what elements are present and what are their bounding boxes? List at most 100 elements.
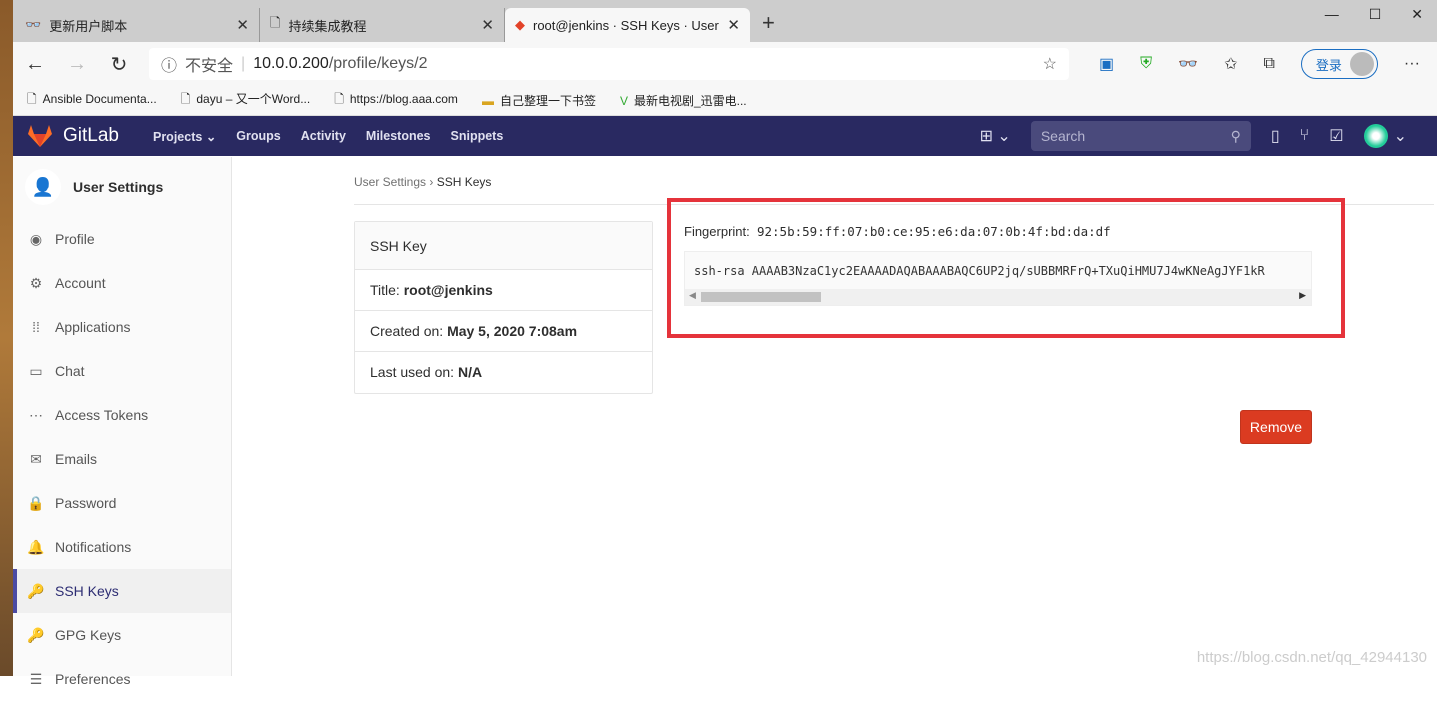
page-icon: 🗋	[180, 92, 191, 106]
site-icon: V	[619, 94, 628, 108]
breadcrumb-parent[interactable]: User Settings	[354, 175, 426, 189]
close-icon[interactable]: ✕	[481, 16, 494, 34]
sidebar-item-applications[interactable]: ⁞⁞ Applications	[13, 305, 231, 349]
sidebar-title: User Settings	[73, 179, 164, 195]
sidebar-item-access-tokens[interactable]: ⋯ Access Tokens	[13, 393, 231, 437]
user-icon: 👤	[25, 169, 61, 205]
favorites-icon[interactable]: ✩	[1224, 54, 1237, 74]
browser-tab[interactable]: 👓 更新用户脚本 ✕	[15, 8, 260, 42]
reload-icon[interactable]: ↻	[107, 52, 131, 77]
gitlab-logo[interactable]: GitLab	[27, 124, 119, 148]
bookmark[interactable]: 🗋 Ansible Documenta...	[27, 90, 157, 111]
collections-icon[interactable]: ⧉	[1263, 55, 1274, 73]
browser-tab[interactable]: 🗋 持续集成教程 ✕	[260, 8, 505, 42]
sidebar-item-notifications[interactable]: 🔔 Notifications	[13, 525, 231, 569]
nav-projects[interactable]: Projects ⌄	[153, 129, 216, 144]
sidebar-item-emails[interactable]: ✉ Emails	[13, 437, 231, 481]
chevron-right-icon: ›	[429, 175, 434, 189]
email-icon: ✉	[30, 450, 42, 467]
new-plus-icon[interactable]: ⊞ ⌄	[980, 126, 1011, 146]
desktop-background	[0, 0, 13, 676]
favorite-star-icon[interactable]: ☆	[1043, 54, 1057, 74]
shield-extension-icon[interactable]: ⛨	[1140, 55, 1152, 73]
avatar	[1363, 124, 1388, 148]
bookmark[interactable]: 🗋 https://blog.aaa.com	[334, 90, 458, 111]
gitlab-icon: ◆	[515, 17, 525, 32]
bookmark[interactable]: V 最新电视剧_迅雷电...	[620, 92, 747, 109]
card-title: SSH Key	[355, 222, 652, 270]
key-last-used-row: Last used on: N/A	[370, 364, 483, 380]
sidebar-item-preferences[interactable]: ☰ Preferences	[13, 657, 231, 701]
browser-window: 👓 更新用户脚本 ✕ 🗋 持续集成教程 ✕ ◆ root@jenkins · SSH Ke…	[13, 0, 1437, 687]
close-icon[interactable]: ✕	[727, 16, 740, 34]
security-label: 不安全	[185, 58, 234, 75]
bell-icon: 🔔	[27, 538, 45, 555]
gitlab-navbar: GitLab Projects ⌄ Groups Activity Milest…	[13, 116, 1437, 156]
tampermonkey-extension-icon[interactable]: 👓	[1178, 54, 1198, 74]
new-tab-button[interactable]: +	[750, 10, 787, 42]
search-input[interactable]: Search ⚲	[1030, 121, 1251, 151]
key-created-row: Created on: May 5, 2020 7:08am	[355, 311, 652, 352]
search-icon: ⚲	[1230, 127, 1241, 144]
public-key-box: ssh-rsa AAAAB3NzaC1yc2EAAAADAQABAAABAQC6…	[684, 251, 1312, 306]
public-key-text: ssh-rsa AAAAB3NzaC1yc2EAAAADAQABAAABAQC6…	[694, 264, 1265, 278]
user-menu[interactable]: ⌄	[1363, 124, 1407, 148]
close-window-icon[interactable]: ✕	[1411, 6, 1423, 23]
merge-requests-icon[interactable]: ⑂	[1300, 127, 1310, 145]
gitlab-fox-icon	[28, 125, 52, 147]
minimize-icon[interactable]: —	[1325, 6, 1339, 23]
back-icon[interactable]: ←	[23, 53, 47, 76]
sidebar: 👤 User Settings ◉ Profile ⚙ Account ⁞⁞ Appli…	[13, 157, 232, 687]
account-icon: ⚙	[29, 274, 43, 291]
issues-icon[interactable]: ▯	[1271, 126, 1280, 146]
maximize-icon[interactable]: ☐	[1369, 6, 1382, 23]
remove-button[interactable]: Remove	[1240, 410, 1312, 444]
more-icon[interactable]: ···	[1404, 55, 1420, 73]
bookmark[interactable]: 🗋 dayu – 又一个Word...	[181, 90, 310, 111]
scroll-left-icon: ◀	[689, 290, 696, 300]
sidebar-item-password[interactable]: 🔒 Password	[13, 481, 231, 525]
sidebar-item-account[interactable]: ⚙ Account	[13, 261, 231, 305]
chat-icon: ▭	[29, 362, 43, 379]
page-icon: 🗋	[270, 15, 281, 30]
fingerprint: Fingerprint: 92:5b:59:ff:07:b0:ce:95:e6:…	[684, 224, 1111, 239]
sidebar-item-chat[interactable]: ▭ Chat	[13, 349, 231, 393]
nav-snippets[interactable]: Snippets	[451, 129, 504, 144]
key-title-row: Title: root@jenkins	[355, 270, 652, 311]
key-icon: 🔑	[27, 626, 45, 643]
scroll-right-icon: ▶	[1299, 290, 1306, 300]
browser-tab-active[interactable]: ◆ root@jenkins · SSH Keys · User S ✕	[505, 8, 750, 42]
info-icon: ⓘ	[161, 58, 178, 75]
avatar	[1349, 52, 1374, 76]
bookmark-folder[interactable]: ▬ 自己整理一下书签	[482, 92, 596, 109]
main-content: User Settings › SSH Keys SSH Key Title: …	[232, 157, 1437, 676]
forward-icon[interactable]: →	[65, 53, 89, 76]
horizontal-scrollbar[interactable]: ◀ ▶	[685, 289, 1311, 305]
nav-activity[interactable]: Activity	[301, 129, 346, 144]
preferences-icon: ☰	[29, 670, 43, 687]
page-icon: 🗋	[27, 92, 37, 106]
sidebar-item-profile[interactable]: ◉ Profile	[13, 217, 231, 261]
close-icon[interactable]: ✕	[236, 16, 249, 34]
folder-icon: ▬	[481, 94, 494, 108]
scrollbar-thumb[interactable]	[701, 292, 821, 302]
nav-groups[interactable]: Groups	[236, 129, 280, 144]
url-input[interactable]: ⓘ 不安全 | 10.0.0.200/profile/keys/2 ☆	[149, 48, 1069, 80]
watermark: https://blog.csdn.net/qq_42944130	[1196, 649, 1427, 666]
chevron-down-icon: ⌄	[205, 129, 217, 144]
applications-icon: ⁞⁞	[32, 319, 40, 335]
tampermonkey-icon: 👓	[25, 17, 42, 32]
tab-bar: 👓 更新用户脚本 ✕ 🗋 持续集成教程 ✕ ◆ root@jenkins · SSH Ke…	[13, 0, 1437, 42]
login-button[interactable]: 登录	[1300, 49, 1378, 79]
chevron-down-icon: ⌄	[1393, 128, 1407, 145]
todos-icon[interactable]: ☑	[1329, 126, 1343, 146]
lock-icon: 🔒	[27, 494, 45, 511]
breadcrumb: User Settings › SSH Keys	[354, 175, 492, 189]
page-icon: 🗋	[334, 92, 344, 106]
sidebar-item-ssh-keys[interactable]: 🔑 SSH Keys	[13, 569, 231, 613]
profile-icon: ◉	[29, 230, 43, 247]
sidebar-item-gpg-keys[interactable]: 🔑 GPG Keys	[13, 613, 231, 657]
bitwarden-extension-icon[interactable]: ▣	[1099, 54, 1114, 74]
key-icon: 🔑	[27, 582, 45, 599]
nav-milestones[interactable]: Milestones	[366, 129, 431, 144]
